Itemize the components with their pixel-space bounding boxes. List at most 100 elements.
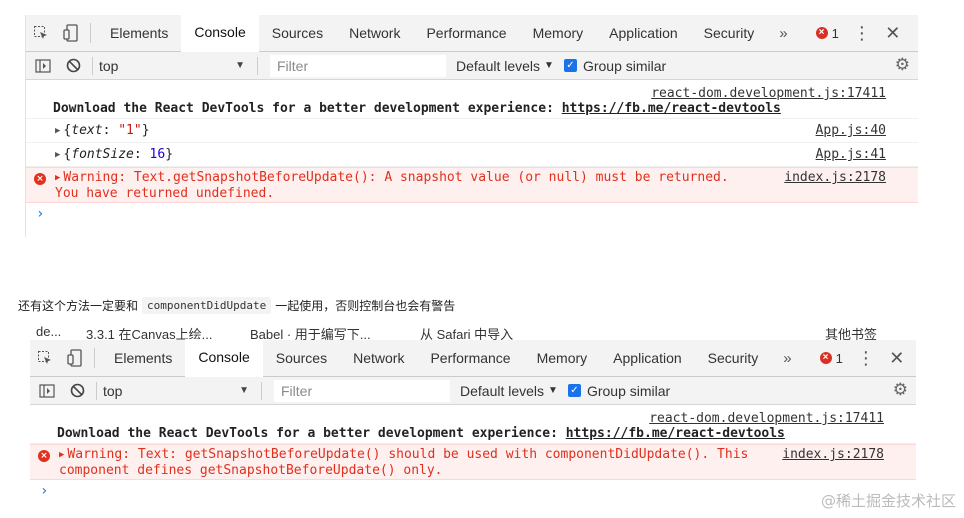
devtools-hint-link[interactable]: https://fb.me/react-devtools [566, 426, 785, 441]
device-toolbar-icon[interactable] [56, 15, 86, 51]
caption-code: componentDidUpdate [142, 297, 272, 314]
tab-performance[interactable]: Performance [413, 15, 519, 51]
kebab-menu-icon[interactable]: ⋮ [853, 23, 871, 44]
error-icon: × [815, 27, 828, 39]
more-tabs-chevron-icon[interactable]: » [771, 350, 803, 367]
object-key: fontSize [71, 147, 134, 162]
console-message: ▶ {fontSize: 16} App.js:41 [26, 143, 918, 167]
bookmark-item[interactable]: de... [36, 324, 61, 339]
settings-gear-icon[interactable]: ⚙ [893, 380, 908, 400]
error-count: 1 [831, 25, 839, 41]
tab-memory[interactable]: Memory [520, 15, 597, 51]
inspect-element-icon[interactable] [26, 15, 56, 51]
tab-elements[interactable]: Elements [101, 340, 185, 376]
article-caption: 还有这个方法一定要和 componentDidUpdate 一起使用，否则控制台… [18, 297, 455, 314]
watermark: @稀土掘金技术社区 [820, 492, 956, 510]
more-tabs-chevron-icon[interactable]: » [767, 25, 799, 42]
levels-label: Default levels [456, 57, 541, 74]
group-similar-label: Group similar [582, 57, 667, 74]
console-output: react-dom.development.js:17411 Download … [30, 405, 916, 504]
group-similar-toggle[interactable]: ✓ Group similar [567, 382, 671, 399]
warning-text-line1: Warning: Text: getSnapshotBeforeUpdate()… [67, 447, 749, 462]
expand-triangle-icon[interactable]: ▶ [55, 150, 60, 160]
clear-console-icon[interactable] [64, 378, 90, 404]
context-selector[interactable]: top ▼ [103, 383, 255, 399]
tab-application[interactable]: Application [600, 340, 695, 376]
warning-text-line1: Warning: Text.getSnapshotBeforeUpdate():… [63, 170, 729, 185]
dropdown-caret-icon: ▼ [548, 385, 558, 396]
tab-security[interactable]: Security [691, 15, 768, 51]
source-link[interactable]: App.js:40 [816, 123, 886, 138]
bookmark-item[interactable]: Babel · 用于编写下... [250, 324, 371, 340]
checkbox-checked-icon[interactable]: ✓ [563, 59, 577, 72]
expand-triangle-icon[interactable]: ▶ [59, 448, 64, 463]
tab-elements[interactable]: Elements [97, 15, 181, 51]
error-counter[interactable]: × 1 [819, 351, 843, 366]
sidebar-toggle-icon[interactable] [34, 378, 60, 404]
filter-divider [96, 381, 97, 400]
devtools-panel-top: Elements Console Sources Network Perform… [25, 14, 918, 237]
source-link[interactable]: index.js:2178 [784, 170, 886, 185]
filter-divider [257, 56, 258, 75]
settings-gear-icon[interactable]: ⚙ [895, 55, 910, 75]
console-prompt[interactable]: › [30, 480, 916, 504]
tab-network[interactable]: Network [340, 340, 417, 376]
expand-triangle-icon[interactable]: ▶ [55, 171, 60, 186]
tab-memory[interactable]: Memory [524, 340, 601, 376]
filter-input[interactable]: Filter [270, 54, 446, 77]
tab-performance[interactable]: Performance [417, 340, 523, 376]
console-prompt[interactable]: › [26, 203, 918, 227]
source-link[interactable]: react-dom.development.js:17411 [649, 411, 884, 426]
warning-message: × ▶ Warning: Text: getSnapshotBeforeUpdat… [30, 444, 916, 480]
caption-text-after: 一起使用，否则控制台也会有警告 [275, 299, 456, 313]
prompt-chevron-icon: › [36, 206, 45, 222]
context-label: top [103, 382, 123, 399]
devtools-hint-link[interactable]: https://fb.me/react-devtools [562, 101, 781, 116]
filter-divider [261, 381, 262, 400]
tab-application[interactable]: Application [596, 15, 691, 51]
tab-console[interactable]: Console [181, 14, 259, 52]
log-object[interactable]: ▶ {text: "1"} [55, 123, 150, 138]
dropdown-caret-icon: ▼ [235, 60, 245, 71]
error-counter[interactable]: × 1 [815, 25, 839, 41]
log-levels-dropdown[interactable]: Default levels ▼ [456, 58, 554, 74]
device-toolbar-icon[interactable] [60, 340, 90, 376]
tab-sources[interactable]: Sources [259, 15, 336, 51]
tab-console[interactable]: Console [185, 339, 263, 377]
group-similar-label: Group similar [586, 382, 671, 399]
devtools-panel-bottom: Elements Console Sources Network Perform… [30, 339, 916, 510]
tab-network[interactable]: Network [336, 15, 413, 51]
console-filterbar: top ▼ Filter Default levels ▼ ✓ Group si… [26, 52, 918, 80]
log-object[interactable]: ▶ {fontSize: 16} [55, 147, 173, 162]
bookmark-item[interactable]: 从 Safari 中导入 [420, 324, 513, 340]
close-icon[interactable]: ✕ [887, 348, 907, 369]
log-levels-dropdown[interactable]: Default levels ▼ [460, 383, 558, 399]
error-icon: × [819, 352, 832, 364]
toolbar-divider [90, 23, 91, 43]
context-selector[interactable]: top ▼ [99, 58, 251, 74]
context-label: top [99, 57, 119, 74]
expand-triangle-icon[interactable]: ▶ [55, 126, 60, 136]
checkbox-checked-icon[interactable]: ✓ [567, 384, 581, 397]
clear-console-icon[interactable] [60, 53, 86, 79]
source-link[interactable]: react-dom.development.js:17411 [651, 86, 886, 101]
source-link[interactable]: index.js:2178 [782, 447, 884, 462]
error-icon: × [38, 450, 50, 462]
filter-divider [92, 56, 93, 75]
kebab-menu-icon[interactable]: ⋮ [857, 348, 875, 369]
source-link[interactable]: App.js:41 [816, 147, 886, 162]
bookmark-item[interactable]: 3.3.1 在Canvas上绘... [86, 324, 212, 340]
object-value: "1" [118, 123, 142, 138]
sidebar-toggle-icon[interactable] [30, 53, 56, 79]
levels-label: Default levels [460, 382, 545, 399]
warning-text-line2: You have returned undefined. [55, 186, 275, 201]
group-similar-toggle[interactable]: ✓ Group similar [563, 57, 667, 74]
error-icon: × [34, 173, 46, 185]
devtools-hint-text: Download the React DevTools for a better… [57, 426, 566, 441]
inspect-element-icon[interactable] [30, 340, 60, 376]
filter-input[interactable]: Filter [274, 379, 450, 402]
bookmark-item[interactable]: 其他书签 [825, 324, 877, 340]
close-icon[interactable]: ✕ [883, 23, 903, 44]
tab-sources[interactable]: Sources [263, 340, 340, 376]
tab-security[interactable]: Security [695, 340, 772, 376]
